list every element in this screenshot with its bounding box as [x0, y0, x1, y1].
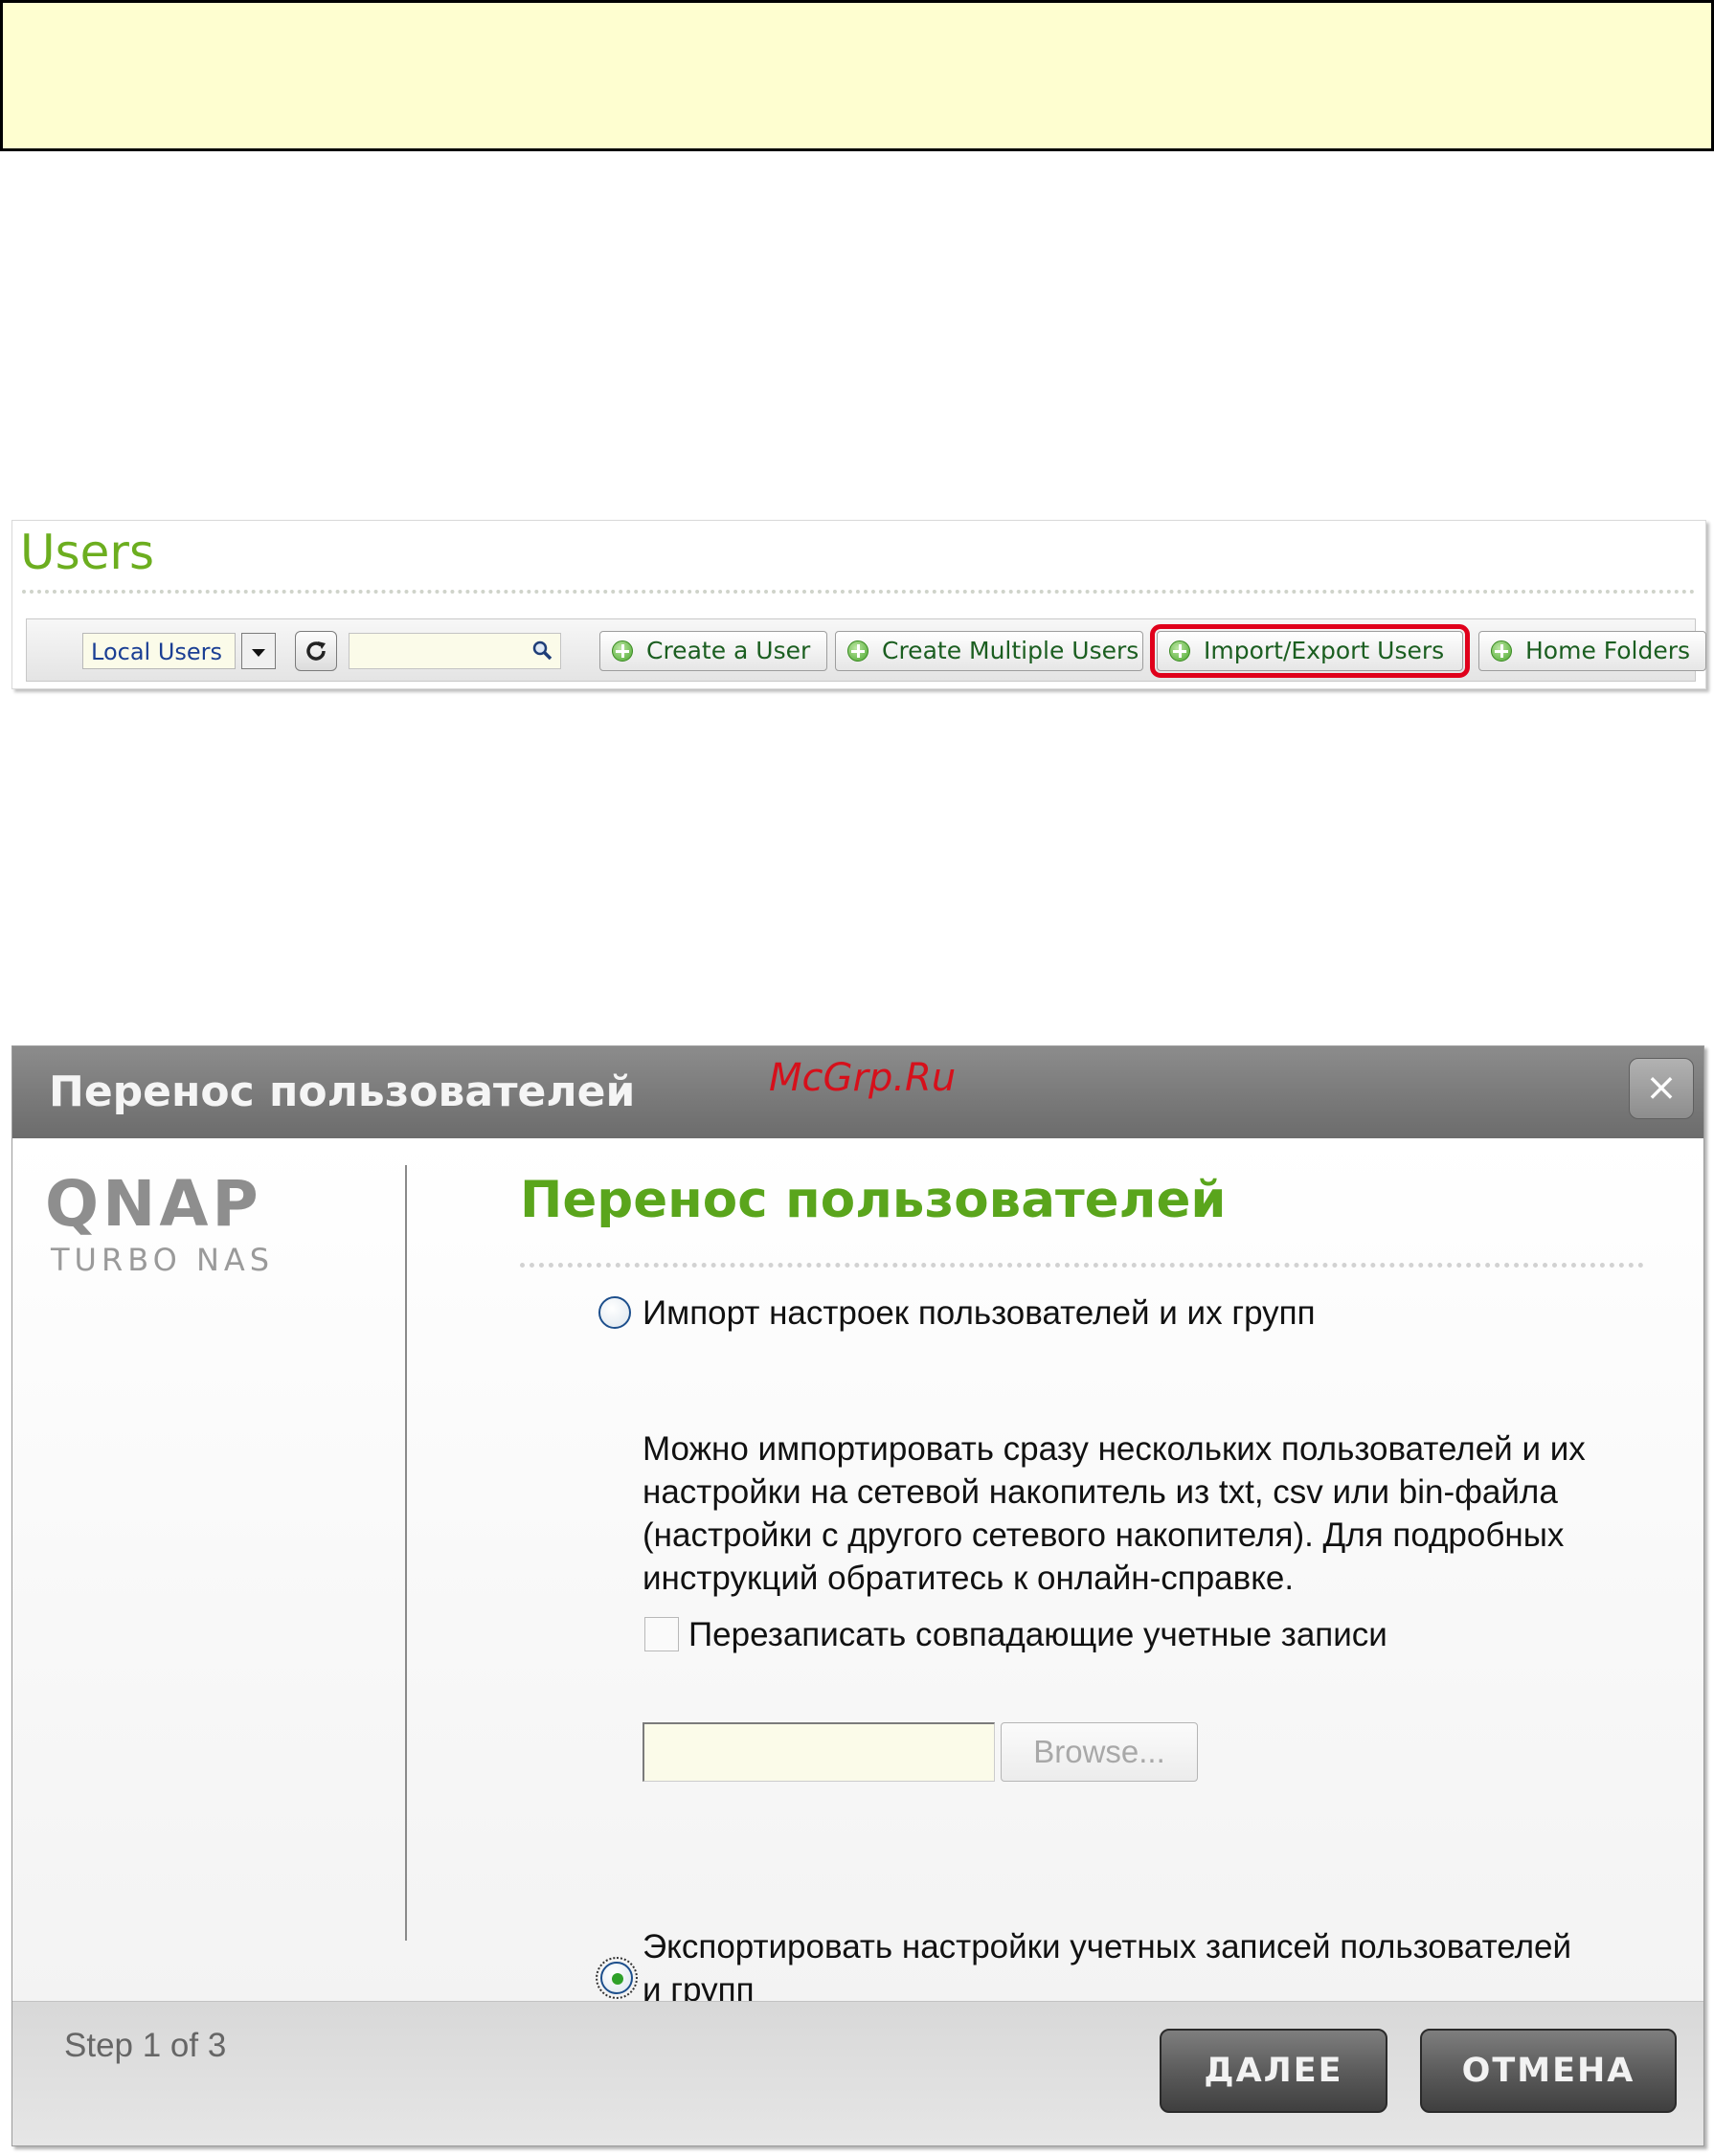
close-button[interactable]: ×: [1629, 1058, 1694, 1119]
description-line: настройки на сетевой накопитель из txt, …: [643, 1473, 1558, 1511]
dialog-footer: Step 1 of 3 ДАЛЕЕ ОТМЕНА: [12, 2001, 1703, 2145]
dialog-heading: Перенос пользователей: [520, 1171, 1227, 1229]
import-option-label: Импорт настроек пользователей и их групп: [643, 1294, 1316, 1332]
create-user-label: Create a User: [646, 637, 811, 664]
user-scope-select[interactable]: Local Users: [82, 633, 236, 669]
logo-sub-text: TURBO NAS: [51, 1242, 275, 1278]
heading-divider: [520, 1263, 1644, 1268]
description-line: (настройки с другого сетевого накопителя…: [643, 1516, 1565, 1554]
add-icon: [1491, 640, 1512, 662]
refresh-icon: [306, 641, 326, 661]
step-indicator: Step 1 of 3: [64, 2027, 227, 2064]
cancel-button[interactable]: ОТМЕНА: [1420, 2029, 1677, 2113]
home-folders-button[interactable]: Home Folders: [1478, 631, 1706, 671]
title-divider: [22, 590, 1696, 594]
overwrite-checkbox[interactable]: [644, 1617, 679, 1651]
import-export-users-button[interactable]: Import/Export Users: [1150, 624, 1470, 678]
create-multiple-users-label: Create Multiple Users: [882, 637, 1139, 664]
dialog-titlebar: Перенос пользователей McGrp.Ru ×: [12, 1046, 1703, 1138]
search-icon[interactable]: [531, 640, 553, 661]
add-icon: [612, 640, 633, 662]
import-export-users-label: Import/Export Users: [1204, 637, 1445, 664]
users-panel: Users Local Users Create a User Create M…: [11, 520, 1706, 689]
import-radio[interactable]: [598, 1296, 631, 1329]
search-input[interactable]: [349, 633, 561, 669]
refresh-button[interactable]: [295, 631, 337, 671]
users-toolbar: Local Users Create a User Create Multipl…: [26, 618, 1706, 682]
add-icon: [847, 640, 868, 662]
user-transfer-dialog: Перенос пользователей McGrp.Ru × QNAP TU…: [11, 1045, 1704, 2146]
dialog-title: Перенос пользователей: [49, 1067, 636, 1116]
browse-button[interactable]: Browse...: [1001, 1722, 1198, 1782]
note-box: [0, 0, 1714, 151]
file-path-input[interactable]: [643, 1722, 995, 1782]
create-user-button[interactable]: Create a User: [599, 631, 827, 671]
export-option-label: Экспортировать настройки учетных записей…: [643, 1925, 1571, 2011]
home-folders-label: Home Folders: [1525, 637, 1691, 664]
import-description: Можно импортировать сразу нескольких пол…: [643, 1427, 1658, 1600]
add-icon: [1169, 640, 1190, 662]
overwrite-checkbox-label: Перезаписать совпадающие учетные записи: [688, 1616, 1387, 1653]
export-label-line: Экспортировать настройки учетных записей…: [643, 1928, 1572, 1965]
close-icon: ×: [1645, 1066, 1678, 1110]
next-button[interactable]: ДАЛЕЕ: [1160, 2029, 1387, 2113]
qnap-logo: QNAP TURBO NAS: [45, 1167, 275, 1279]
watermark: McGrp.Ru: [769, 1056, 957, 1100]
vertical-divider: [405, 1165, 407, 1941]
description-line: инструкций обратитесь к онлайн-справке.: [643, 1560, 1295, 1597]
description-line: Можно импортировать сразу нескольких пол…: [643, 1430, 1586, 1468]
export-radio[interactable]: [596, 1957, 638, 1999]
chevron-down-icon[interactable]: [241, 633, 276, 669]
users-title: Users: [20, 525, 155, 580]
dialog-body: QNAP TURBO NAS Перенос пользователей Имп…: [12, 1138, 1703, 2009]
create-multiple-users-button[interactable]: Create Multiple Users: [835, 631, 1143, 671]
logo-main-text: QNAP: [45, 1167, 262, 1241]
